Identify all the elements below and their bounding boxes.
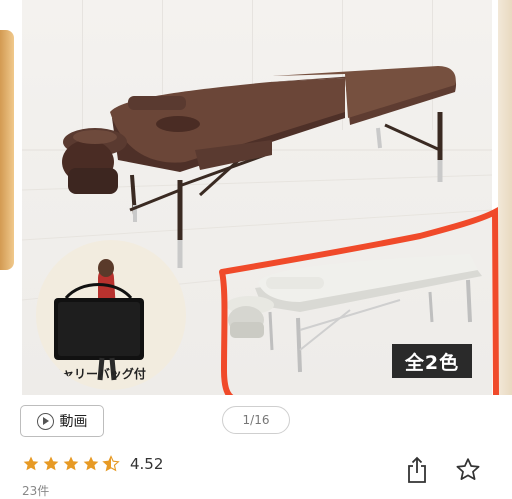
review-count[interactable]: 23件 — [22, 482, 49, 499]
share-icon[interactable] — [406, 456, 428, 484]
video-button[interactable]: 動画 — [20, 405, 104, 437]
star-full-icon — [63, 456, 79, 471]
star-full-icon — [43, 456, 59, 471]
star-half-icon — [102, 455, 120, 472]
rating-value: 4.52 — [130, 455, 164, 473]
color-variants-badge: 全2色 — [392, 344, 472, 378]
product-rating[interactable]: 4.52 — [22, 455, 163, 473]
carry-bag-illustration: キャリーバッグ付 — [50, 259, 146, 381]
star-outline-icon[interactable] — [455, 457, 481, 483]
video-button-label: 動画 — [59, 414, 88, 430]
play-icon — [36, 412, 54, 430]
product-image-carousel[interactable]: キャリーバッグ付 全2色 — [0, 0, 512, 395]
image-page-indicator: 1/16 — [222, 406, 290, 434]
carry-bag-inset: キャリーバッグ付 — [36, 240, 186, 390]
star-full-icon — [23, 456, 39, 471]
star-full-icon — [83, 456, 99, 471]
